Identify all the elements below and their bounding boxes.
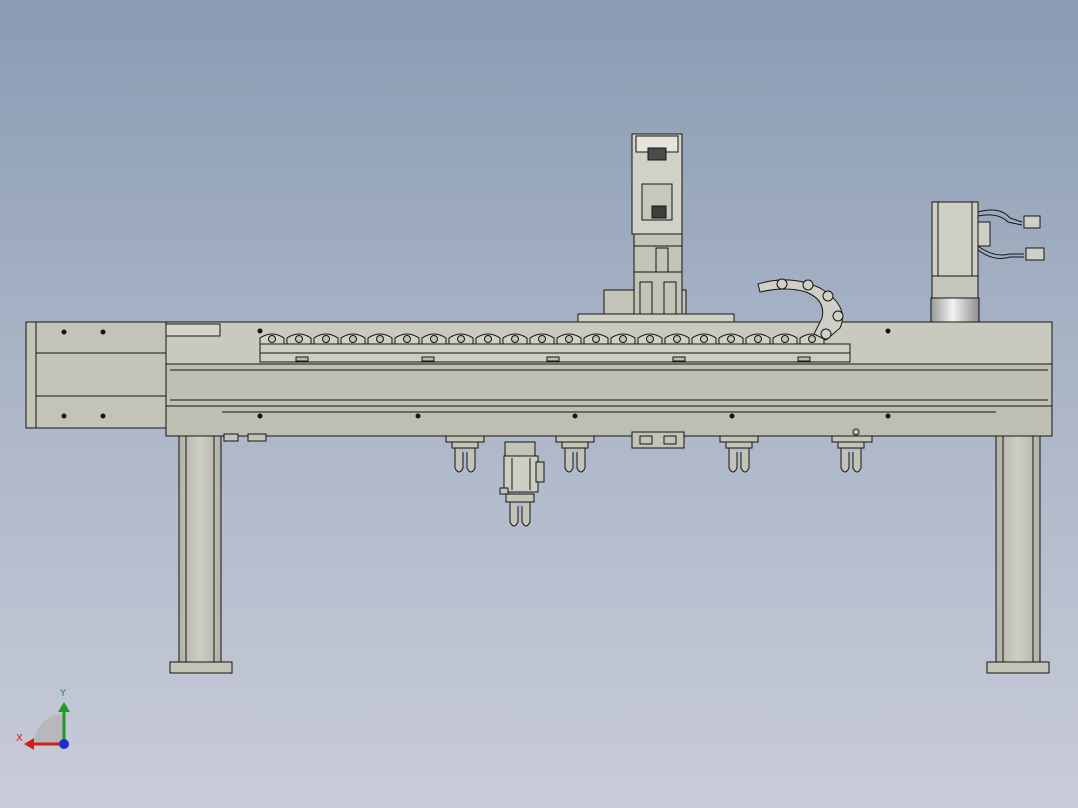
drag-chain-link xyxy=(637,333,663,345)
drag-chain-link xyxy=(394,333,420,345)
tray-slot xyxy=(295,356,309,362)
drag-chain-link xyxy=(448,333,474,345)
drag-chain-link xyxy=(340,333,366,345)
z-axis-dot xyxy=(59,739,69,749)
drag-chain-link xyxy=(691,333,717,345)
gripper-station-5-extended xyxy=(499,441,545,527)
tray-slot xyxy=(546,356,560,362)
gripper-station-2 xyxy=(555,435,595,473)
drag-chain-link xyxy=(583,333,609,345)
coordinate-triad xyxy=(24,702,70,750)
servo-motor-right xyxy=(930,201,991,323)
right-support-leg xyxy=(986,403,1050,674)
gantry-assembly-drawing xyxy=(24,133,1053,750)
drag-chain-link xyxy=(421,333,447,345)
drag-chain-link xyxy=(772,333,798,345)
left-end-motor-housing xyxy=(25,321,167,429)
x-axis-label: X xyxy=(16,733,23,744)
tray-slot xyxy=(797,356,811,362)
drag-chain-link xyxy=(286,333,312,345)
drag-chain-link xyxy=(745,333,771,345)
gripper-station-3 xyxy=(719,435,759,473)
drag-chain-link xyxy=(664,333,690,345)
drag-chain-link xyxy=(313,333,339,345)
drag-chain-link xyxy=(475,333,501,345)
drag-chain-link xyxy=(367,333,393,345)
left-support-leg xyxy=(169,403,233,674)
drag-chain-link xyxy=(610,333,636,345)
drag-chain-link xyxy=(259,333,285,345)
tray-slot xyxy=(672,356,686,362)
tray-slot xyxy=(421,356,435,362)
drag-chain-link xyxy=(502,333,528,345)
drag-chain-link xyxy=(529,333,555,345)
gripper-station-1 xyxy=(445,435,485,473)
drag-chain-link xyxy=(556,333,582,345)
y-axis-label: Y xyxy=(60,688,67,699)
drag-chain-link xyxy=(718,333,744,345)
cad-viewport[interactable]: Y X xyxy=(0,0,1078,808)
